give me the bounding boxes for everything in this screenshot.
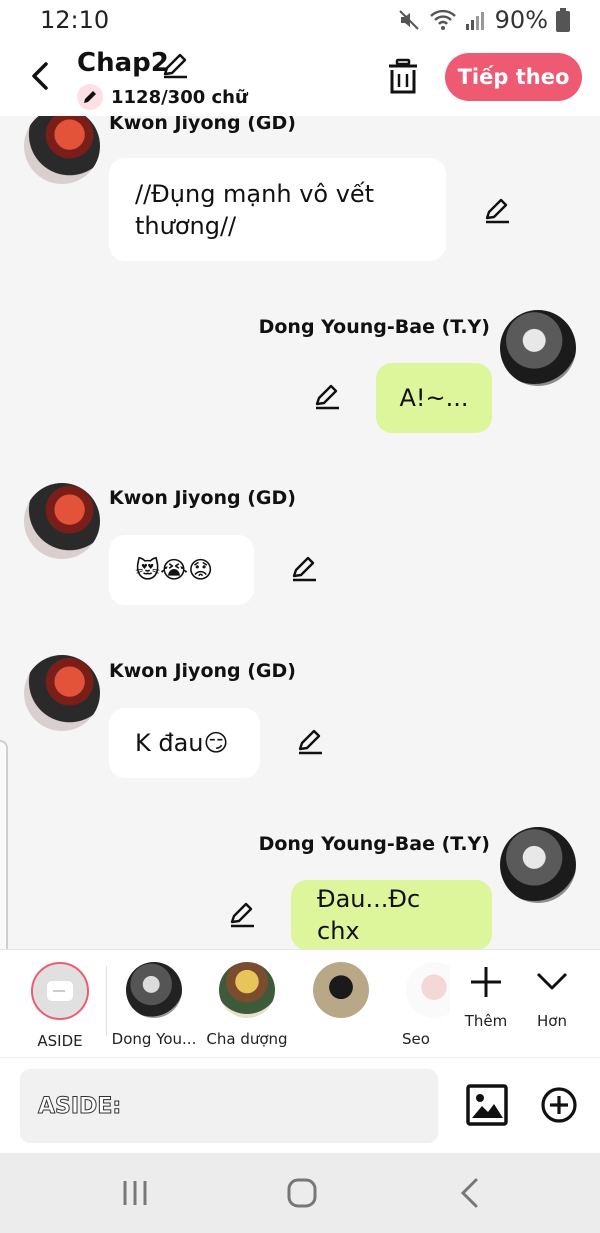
message-text-line: //Đụng mạnh vô vết: [135, 179, 375, 208]
message-text: A!~...: [399, 384, 469, 412]
character-bar: ASIDE Dong You... Cha dượng Seo Thêm Hơn: [0, 949, 600, 1057]
input-row: ASIDE:: [0, 1057, 600, 1153]
sender-name: Dong Young-Bae (T.Y): [258, 833, 490, 855]
sender-name: Kwon Jiyong (GD): [109, 660, 296, 682]
edit-message-icon[interactable]: [227, 900, 257, 930]
avatar-dong-young-bae[interactable]: [500, 310, 576, 386]
avatar-kwon-jiyong[interactable]: [24, 116, 100, 184]
header: Chap2 1128/300 chữ Tiếp theo: [0, 42, 600, 116]
plus-icon: [471, 967, 501, 997]
side-drawer-handle[interactable]: [0, 740, 8, 972]
status-bar: 12:10 90%: [0, 0, 600, 42]
message-bubble[interactable]: Đau...Đc chx: [291, 880, 492, 949]
message-text: Đau...Đc chx: [317, 885, 421, 945]
character-seo[interactable]: Seo: [390, 962, 450, 1048]
edit-message-icon[interactable]: [482, 196, 512, 226]
message-bubble[interactable]: 😻😭😟: [109, 535, 254, 605]
message-input[interactable]: ASIDE:: [20, 1069, 438, 1143]
trash-icon[interactable]: [386, 58, 420, 96]
battery-percent: 90%: [494, 6, 548, 34]
wifi-icon: [429, 9, 456, 30]
next-button[interactable]: Tiếp theo: [445, 53, 582, 101]
character-label: Cha dượng: [206, 1030, 288, 1048]
battery-icon: [556, 8, 570, 32]
message-text-line: thương//: [135, 211, 237, 240]
system-nav-bar: [0, 1153, 600, 1233]
add-label: Thêm: [464, 1012, 508, 1030]
status-time: 12:10: [40, 6, 110, 34]
character-aside[interactable]: ASIDE: [15, 962, 105, 1050]
character-label: Seo: [402, 1030, 430, 1048]
pencil-badge-icon: [77, 84, 103, 110]
signal-icon: [465, 12, 484, 30]
word-count-text: 1128/300 chữ: [111, 86, 248, 108]
edit-title-icon[interactable]: [160, 50, 190, 80]
character-label: Dong You...: [111, 1030, 197, 1048]
image-icon[interactable]: [466, 1084, 508, 1126]
sender-name: Kwon Jiyong (GD): [109, 487, 296, 509]
message-bubble[interactable]: A!~...: [376, 363, 492, 433]
message-bubble[interactable]: K đau😏: [109, 708, 260, 778]
sender-name: Kwon Jiyong (GD): [109, 116, 296, 134]
back-nav-icon[interactable]: [450, 1173, 490, 1213]
status-icons: 90%: [397, 6, 570, 34]
recent-apps-icon[interactable]: [115, 1173, 155, 1213]
avatar-dong-young-bae[interactable]: [500, 827, 576, 903]
character-cha-duong[interactable]: Cha dượng: [202, 962, 292, 1048]
character-silhouette[interactable]: [296, 962, 386, 1030]
chevron-down-icon: [536, 972, 568, 990]
avatar: [313, 962, 369, 1018]
character-label: ASIDE: [37, 1032, 83, 1050]
more-button[interactable]: Hơn: [522, 964, 582, 1030]
home-icon[interactable]: [282, 1173, 322, 1213]
aside-chat-icon: [31, 962, 89, 1020]
avatar: [219, 962, 275, 1018]
message-text: K đau😏: [135, 729, 229, 757]
add-circle-icon[interactable]: [540, 1086, 578, 1124]
message-text: 😻😭😟: [135, 556, 214, 584]
edit-message-icon[interactable]: [289, 554, 319, 584]
add-character-button[interactable]: Thêm: [456, 964, 516, 1030]
more-label: Hơn: [537, 1012, 567, 1030]
avatar-kwon-jiyong[interactable]: [24, 655, 100, 731]
avatar: [406, 962, 450, 1018]
message-list[interactable]: Kwon Jiyong (GD) //Đụng mạnh vô vết thươ…: [0, 116, 600, 949]
mute-icon: [398, 10, 419, 30]
input-text: ASIDE:: [37, 1093, 122, 1119]
back-arrow-icon[interactable]: [22, 56, 58, 96]
word-count: 1128/300 chữ: [77, 84, 248, 110]
chapter-title: Chap2: [77, 48, 169, 78]
divider: [106, 966, 107, 1036]
avatar: [126, 962, 182, 1018]
edit-message-icon[interactable]: [312, 382, 342, 412]
avatar-kwon-jiyong[interactable]: [24, 483, 100, 559]
message-bubble[interactable]: //Đụng mạnh vô vết thương//: [109, 158, 446, 261]
character-dong-young-bae[interactable]: Dong You...: [109, 962, 199, 1048]
edit-message-icon[interactable]: [295, 727, 325, 757]
sender-name: Dong Young-Bae (T.Y): [258, 316, 490, 338]
